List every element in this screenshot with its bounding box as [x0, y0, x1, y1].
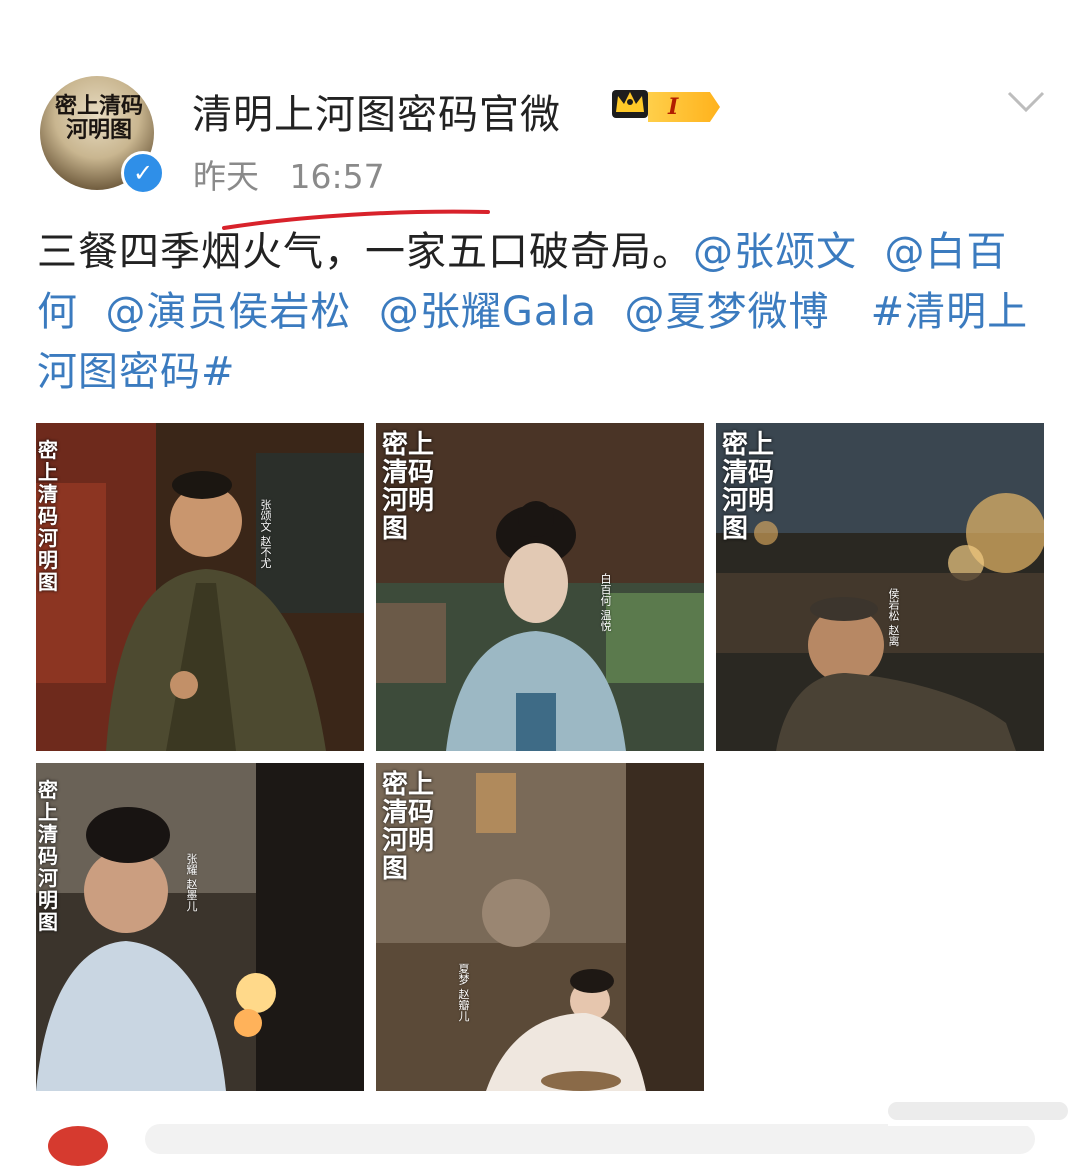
post-image[interactable]: 密上清码河明图 侯岩松 赵离 — [716, 423, 1044, 751]
post-image[interactable]: 密上清码河明图 张颂文 赵不尤 — [36, 423, 364, 751]
post-header: 密上清码河明图 ✓ 清明上河图密码官微 I 昨天 16:57 — [0, 0, 1079, 200]
poster-logo: 密上清码河明图 — [722, 430, 775, 544]
image-caption: 张耀 赵墨儿 — [185, 853, 198, 912]
post-meta: 昨天 16:57 — [193, 150, 405, 198]
comment-input-bar[interactable] — [145, 1124, 1035, 1154]
mention-link[interactable]: @张耀Gala — [379, 289, 597, 335]
post-body-text: 三餐四季烟火气，一家五口破奇局。 — [37, 229, 693, 275]
mention-link[interactable]: @张颂文 — [693, 229, 857, 275]
vip-level-badge[interactable]: I — [648, 92, 720, 122]
post-text: 三餐四季烟火气，一家五口破奇局。@张颂文 @白百何 @演员侯岩松 @张耀Gala… — [37, 222, 1047, 402]
commenter-avatar[interactable] — [48, 1126, 108, 1166]
poster-logo: 密上清码河明图 — [382, 770, 435, 884]
image-caption: 侯岩松 赵离 — [887, 588, 900, 647]
post-time: 16:57 — [289, 157, 385, 196]
chevron-down-icon[interactable] — [1006, 88, 1046, 116]
poster-photo — [36, 423, 364, 751]
account-name[interactable]: 清明上河图密码官微 — [192, 82, 561, 140]
image-caption: 白百何 温悦 — [599, 573, 612, 632]
image-caption: 夏梦 赵瓣儿 — [457, 963, 470, 1022]
verified-badge-icon: ✓ — [121, 151, 165, 195]
post-image[interactable]: 密上清码河明图 张耀 赵墨儿 — [36, 763, 364, 1091]
poster-logo: 密上清码河明图 — [38, 778, 58, 934]
mention-link[interactable]: @夏梦微博 — [624, 289, 829, 335]
post-date: 昨天 — [193, 157, 259, 196]
post-image[interactable]: 密上清码河明图 夏梦 赵瓣儿 — [376, 763, 704, 1091]
post-image[interactable]: 密上清码河明图 白百何 温悦 — [376, 423, 704, 751]
poster-logo: 密上清码河明图 — [382, 430, 435, 544]
poster-logo: 密上清码河明图 — [38, 438, 58, 594]
image-grid: 密上清码河明图 张颂文 赵不尤 密上清码河明图 白百何 温悦 密上清码河明图 侯… — [36, 423, 1044, 1091]
image-caption: 张颂文 赵不尤 — [259, 499, 272, 569]
crown-icon — [612, 90, 648, 118]
poster-photo — [36, 763, 364, 1091]
mention-link[interactable]: @演员侯岩松 — [105, 289, 351, 335]
watermark-strip — [888, 1096, 1078, 1126]
